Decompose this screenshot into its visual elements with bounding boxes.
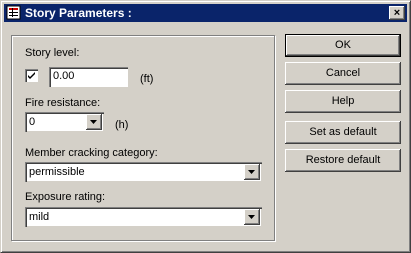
checkmark-icon (28, 72, 35, 79)
exposure-rating-dropdown-button[interactable] (244, 209, 260, 225)
close-button[interactable]: × (389, 6, 405, 20)
help-button[interactable]: Help (285, 90, 401, 113)
chevron-down-icon (248, 215, 255, 219)
chevron-down-icon (248, 170, 255, 174)
story-level-checkbox[interactable] (25, 69, 38, 82)
chevron-down-icon (90, 120, 97, 124)
set-as-default-button[interactable]: Set as default (285, 121, 401, 144)
member-cracking-dropdown-button[interactable] (244, 164, 260, 180)
ok-button[interactable]: OK (285, 34, 401, 57)
exposure-rating-select[interactable]: mild (25, 207, 262, 227)
story-parameters-dialog: Story Parameters : × Story level: 0.00 (… (0, 0, 411, 253)
exposure-rating-label: Exposure rating: (25, 191, 106, 203)
exposure-rating-value: mild (29, 211, 50, 223)
app-icon (6, 5, 22, 21)
window-title: Story Parameters : (25, 6, 132, 20)
fire-resistance-unit: (h) (115, 119, 129, 131)
cancel-button[interactable]: Cancel (285, 62, 401, 85)
fire-resistance-select[interactable]: 0 (25, 112, 104, 132)
story-level-unit: (ft) (140, 73, 154, 85)
member-cracking-label: Member cracking category: (25, 147, 158, 159)
title-bar[interactable]: Story Parameters : × (4, 4, 407, 22)
close-icon: × (393, 7, 401, 19)
story-level-label: Story level: (25, 47, 80, 59)
fire-resistance-value: 0 (29, 116, 36, 128)
story-level-input[interactable]: 0.00 (49, 67, 128, 87)
restore-default-button[interactable]: Restore default (285, 149, 401, 172)
fire-resistance-label: Fire resistance: (25, 97, 101, 109)
member-cracking-select[interactable]: permissible (25, 162, 262, 182)
member-cracking-value: permissible (29, 166, 85, 178)
fire-resistance-dropdown-button[interactable] (86, 114, 102, 130)
